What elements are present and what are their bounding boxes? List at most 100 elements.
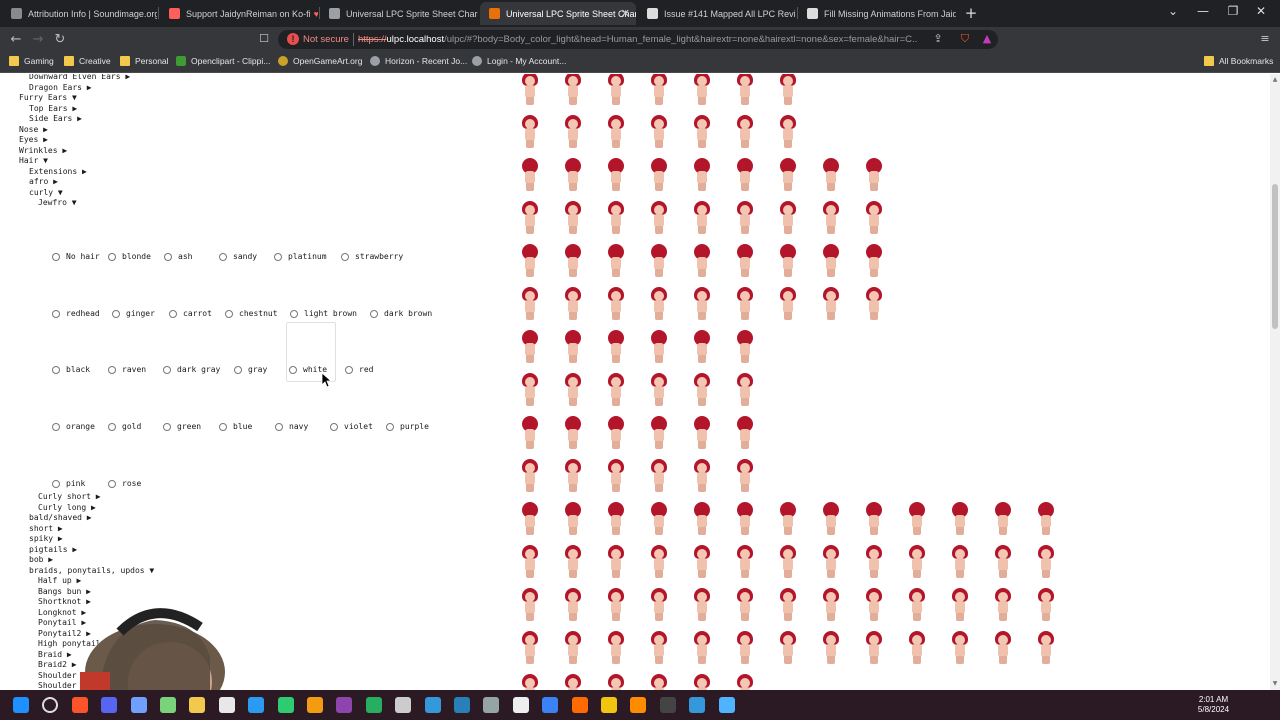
- page-scrollbar[interactable]: ▲ ▼: [1270, 74, 1280, 690]
- tab-lpc-active[interactable]: Universal LPC Sprite Sheet Char ✕: [480, 2, 636, 25]
- sprite-frame: [648, 115, 670, 149]
- sprite-frame: [691, 74, 713, 106]
- taskbar-game-icon[interactable]: [512, 697, 529, 713]
- taskbar-shield-icon[interactable]: [130, 697, 147, 713]
- sprite-frame: [949, 631, 971, 665]
- taskbar-blue-app-2-icon[interactable]: [454, 697, 470, 713]
- back-button[interactable]: ←: [8, 32, 24, 48]
- scroll-thumb[interactable]: [1272, 184, 1278, 329]
- bookmark-opengameart[interactable]: OpenGameArt.org: [278, 56, 362, 66]
- menu-icon[interactable]: ≡: [1258, 32, 1272, 46]
- bookmark-login[interactable]: Login - My Account...: [472, 56, 566, 66]
- sprite-frame: [863, 631, 885, 665]
- sprite-frame: [949, 545, 971, 579]
- taskbar-terminal-icon[interactable]: [659, 697, 676, 713]
- not-secure-label[interactable]: Not secure: [303, 34, 349, 45]
- tab-issue-141[interactable]: Issue #141 Mapped All LPC Revised: [638, 2, 796, 25]
- sprite-frame: [863, 287, 885, 321]
- close-window-button[interactable]: ✕: [1251, 4, 1271, 18]
- taskbar-github-icon[interactable]: [395, 697, 412, 713]
- sprite-frame: [562, 588, 584, 622]
- sprite-frame: [562, 158, 584, 192]
- new-tab-button[interactable]: +: [962, 4, 980, 22]
- sprite-frame: [648, 373, 670, 407]
- taskbar-cursor-app-icon[interactable]: [542, 697, 559, 713]
- sprite-frame: [562, 459, 584, 493]
- minimize-button[interactable]: —: [1193, 4, 1213, 18]
- sprite-frame: [648, 545, 670, 579]
- sprite-frame: [519, 330, 541, 364]
- reload-button[interactable]: ↻: [52, 32, 68, 48]
- taskbar-browser-icon[interactable]: [571, 697, 588, 713]
- sprite-frame: [519, 502, 541, 536]
- sprite-frame: [562, 373, 584, 407]
- brave-shield-icon[interactable]: ⛉: [958, 32, 972, 46]
- taskbar-app-green-icon[interactable]: [160, 697, 176, 713]
- bookmark-openclipart[interactable]: Openclipart - Clippi...: [176, 56, 270, 66]
- taskbar-vlc-icon[interactable]: [630, 697, 647, 713]
- tab-list-button[interactable]: ⌄: [1163, 4, 1183, 18]
- sprite-frame: [519, 459, 541, 493]
- sprite-frame: [734, 201, 756, 235]
- sprite-frame: [691, 330, 713, 364]
- scroll-up-icon[interactable]: ▲: [1271, 76, 1279, 84]
- taskbar-vscode-icon[interactable]: [248, 697, 265, 713]
- bookmark-horizon[interactable]: Horizon - Recent Jo...: [370, 56, 467, 66]
- sprite-frame: [820, 631, 842, 665]
- url-text[interactable]: https://ulpc.localhost/ulpc/#?body=Body_…: [358, 34, 918, 45]
- bookmark-icon[interactable]: ☐: [257, 32, 271, 46]
- share-icon[interactable]: ⇪: [931, 32, 945, 46]
- tab-lpc-1[interactable]: Universal LPC Sprite Sheet Characte: [320, 2, 478, 25]
- sprite-frame: [605, 330, 627, 364]
- taskbar-explorer-icon[interactable]: [189, 697, 206, 713]
- taskbar-doc-icon[interactable]: [218, 697, 235, 713]
- sprite-frame: [820, 287, 842, 321]
- sprite-frame: [691, 416, 713, 450]
- restore-button[interactable]: ❐: [1223, 4, 1243, 18]
- taskbar-search-icon[interactable]: [42, 697, 59, 713]
- taskbar-windows-start-icon[interactable]: [13, 697, 29, 713]
- taskbar-clock[interactable]: 2:01 AM 5/8/2024: [1186, 695, 1241, 715]
- sprite-frame: [734, 502, 756, 536]
- close-tab-icon[interactable]: ✕: [621, 7, 630, 20]
- bookmark-personal[interactable]: Personal: [120, 56, 169, 66]
- taskbar-purple-icon[interactable]: [336, 697, 353, 713]
- globe-icon: [472, 56, 482, 66]
- sprite-frame: [691, 545, 713, 579]
- openclipart-icon: [176, 56, 186, 66]
- page-content: Downward Elven Ears ▶ Dragon Ears ▶ Furry …: [0, 74, 1270, 690]
- warning-icon: !: [287, 33, 299, 45]
- sprite-frame: [863, 201, 885, 235]
- forward-button[interactable]: →: [30, 32, 46, 48]
- taskbar-brave-icon[interactable]: [71, 697, 88, 713]
- bookmark-creative[interactable]: Creative: [64, 56, 111, 66]
- taskbar-calculator-icon[interactable]: [689, 697, 706, 713]
- lpc-favicon-icon: [489, 8, 500, 19]
- sprite-frame: [519, 416, 541, 450]
- all-bookmarks-button[interactable]: All Bookmarks: [1204, 56, 1273, 66]
- sprite-frame: [562, 244, 584, 278]
- scroll-down-icon[interactable]: ▼: [1271, 680, 1279, 688]
- taskbar-folder-icon[interactable]: [601, 697, 617, 713]
- taskbar-blue-app-icon[interactable]: [424, 697, 441, 713]
- sprite-frame: [605, 244, 627, 278]
- folder-icon: [64, 56, 74, 66]
- taskbar-green-x-icon[interactable]: [277, 697, 294, 713]
- tab-attribution[interactable]: Attribution Info | Soundimage.org: [2, 2, 157, 25]
- taskbar-notepad-icon[interactable]: [718, 697, 735, 713]
- bookmark-gaming[interactable]: Gaming: [9, 56, 54, 66]
- brave-rewards-icon[interactable]: ▲: [980, 32, 994, 46]
- sprite-frame: [863, 588, 885, 622]
- tab-kofi[interactable]: Support JaidynReiman on Ko-fi ♥: [160, 2, 318, 25]
- taskbar-drive-icon[interactable]: [365, 697, 382, 713]
- tab-fill-missing[interactable]: Fill Missing Animations From Jaidyn: [798, 2, 956, 25]
- taskbar-discord-icon[interactable]: [101, 697, 118, 713]
- bookmarks-bar: Gaming Creative Personal Openclipart - C…: [0, 52, 1280, 73]
- taskbar-ship-icon[interactable]: [483, 697, 500, 713]
- taskbar-orange-icon[interactable]: [307, 697, 323, 713]
- sprite-frame: [562, 115, 584, 149]
- sprite-frame: [605, 74, 627, 106]
- sprite-frame: [734, 287, 756, 321]
- omnibox[interactable]: ! Not secure https://ulpc.localhost/ulpc…: [278, 30, 998, 49]
- sprite-frame: [605, 674, 627, 690]
